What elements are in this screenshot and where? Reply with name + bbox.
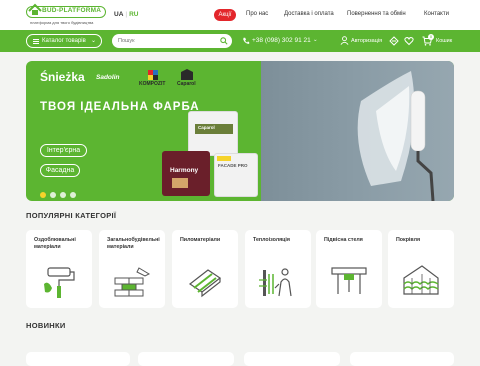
insulation-icon bbox=[259, 268, 292, 297]
phone-number[interactable]: +38 (098) 302 91 21 bbox=[252, 37, 311, 44]
account-label: Авторизація bbox=[351, 38, 383, 44]
nav-returns[interactable]: Повернення та обмін bbox=[347, 11, 406, 17]
slide-dot[interactable] bbox=[60, 192, 66, 198]
menu-icon bbox=[33, 39, 39, 44]
paint-roller-icon bbox=[44, 267, 75, 298]
kompozit-logo-icon bbox=[148, 70, 158, 80]
brick-wall-icon bbox=[114, 267, 151, 297]
category-name: Покрівля bbox=[396, 237, 421, 243]
caparol-can-label: Caparol bbox=[198, 125, 215, 130]
search-input[interactable] bbox=[118, 37, 208, 45]
catalog-button[interactable]: Каталог товарів ⌄ bbox=[26, 34, 102, 48]
category-card-ceiling[interactable]: Підвісна стеля bbox=[316, 230, 382, 308]
product-card[interactable] bbox=[350, 352, 454, 366]
cart-count-badge: 0 bbox=[428, 34, 434, 40]
category-name: Підвісна стеля bbox=[324, 237, 363, 243]
top-navigation: Акції Про нас Доставка і оплата Повернен… bbox=[0, 9, 480, 21]
new-items-title: НОВИНКИ bbox=[26, 321, 66, 330]
roof-tiles-icon bbox=[403, 265, 439, 295]
harmony-can-image: Harmony bbox=[162, 151, 210, 196]
category-card-roofing[interactable]: Покрівля bbox=[388, 230, 454, 308]
catalog-label: Каталог товарів bbox=[42, 38, 86, 44]
category-name: Оздоблювальні матеріали bbox=[34, 237, 76, 250]
lumber-icon bbox=[188, 269, 222, 298]
facade-pro-can-label: FACADE PRO bbox=[218, 163, 248, 168]
category-card-general[interactable]: Загальнобудівельні матеріали bbox=[99, 230, 165, 308]
phone-chevron-icon[interactable]: ⌄ bbox=[313, 37, 318, 43]
promo-button[interactable]: Акції bbox=[214, 9, 236, 21]
nav-contacts[interactable]: Контакти bbox=[424, 11, 449, 17]
account-button[interactable]: Авторизація bbox=[340, 36, 384, 46]
product-card[interactable] bbox=[138, 352, 234, 366]
facade-pro-can-image: FACADE PRO bbox=[214, 153, 258, 197]
phone-icon bbox=[243, 37, 250, 44]
user-icon bbox=[340, 36, 349, 45]
caparol-can-image: Caparol bbox=[188, 111, 238, 156]
brand-sniezka: Śnieżka bbox=[40, 70, 85, 84]
nav-about[interactable]: Про нас bbox=[246, 11, 268, 17]
top-header: BUD-PLATFORMA платформа для твого будівн… bbox=[0, 0, 480, 30]
facade-paint-button[interactable]: Фасадна bbox=[40, 164, 80, 177]
category-name: Загальнобудівельні матеріали bbox=[107, 237, 160, 250]
slide-dot[interactable] bbox=[70, 192, 76, 198]
category-name: Пиломатеріали bbox=[180, 237, 221, 243]
hero-banner[interactable]: Śnieżka Sadolin KOMPOZIT Caparol ТВОЯ ІД… bbox=[26, 61, 454, 201]
category-card-lumber[interactable]: Пиломатеріали bbox=[172, 230, 238, 308]
main-toolbar: Каталог товарів ⌄ +38 (098) 302 91 21 ⌄ … bbox=[0, 30, 480, 52]
brand-caparol: Caparol bbox=[177, 81, 196, 87]
brand-kompozit: KOMPOZIT bbox=[139, 81, 166, 87]
slide-dot[interactable] bbox=[50, 192, 56, 198]
category-name: Теплоізоляція bbox=[253, 237, 290, 243]
suspended-ceiling-icon bbox=[331, 267, 367, 294]
product-card[interactable] bbox=[244, 352, 340, 366]
category-card-finishing[interactable]: Оздоблювальні матеріали bbox=[26, 230, 92, 308]
popular-categories-title: ПОПУЛЯРНІ КАТЕГОРІЇ bbox=[26, 211, 117, 220]
brand-sadolin: Sadolin bbox=[96, 74, 120, 81]
nav-delivery[interactable]: Доставка і оплата bbox=[284, 11, 334, 17]
paint-roller-image bbox=[357, 71, 435, 201]
interior-paint-button[interactable]: Інтер'єрна bbox=[40, 144, 87, 157]
heart-icon[interactable] bbox=[404, 36, 414, 46]
caparol-logo-icon bbox=[181, 69, 193, 80]
cart-label[interactable]: Кошик bbox=[436, 38, 452, 44]
slide-dot[interactable] bbox=[40, 192, 46, 198]
product-card[interactable] bbox=[26, 352, 130, 366]
chevron-down-icon: ⌄ bbox=[90, 38, 96, 44]
search-box bbox=[112, 34, 232, 48]
category-card-insulation[interactable]: Теплоізоляція bbox=[245, 230, 311, 308]
harmony-can-label: Harmony bbox=[170, 167, 199, 174]
search-icon[interactable] bbox=[220, 37, 228, 45]
compare-icon[interactable] bbox=[389, 36, 399, 46]
